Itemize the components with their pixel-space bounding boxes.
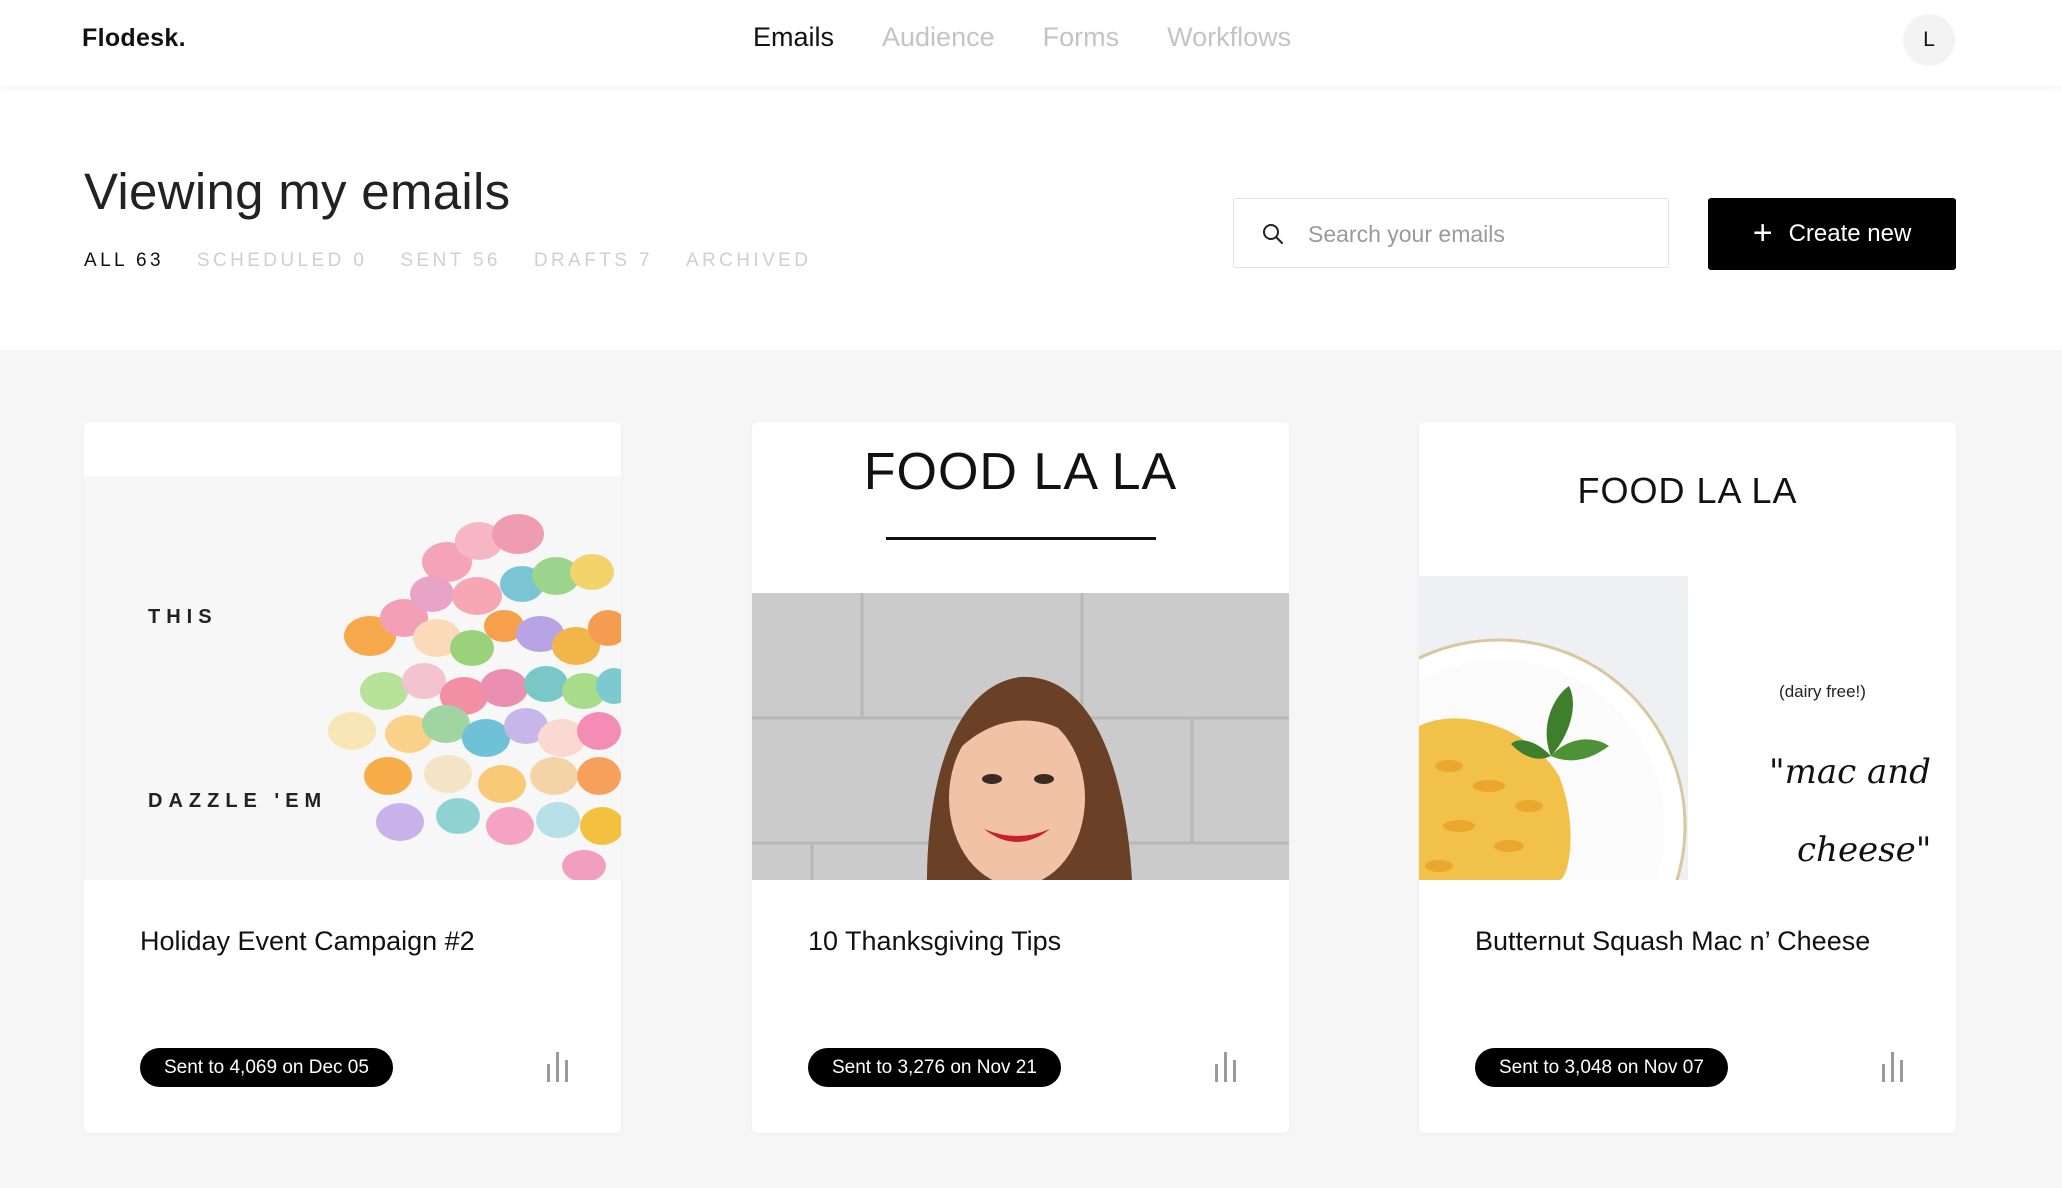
email-card[interactable]: FOOD LA LA (dairy free!) "mac and cheese… xyxy=(1419,422,1956,1133)
plus-icon: + xyxy=(1752,213,1773,252)
search-icon xyxy=(1263,224,1283,244)
email-preview-thumbnail: FOOD LA LA (dairy free!) "mac and cheese… xyxy=(1419,422,1956,880)
page-header: Viewing my emails ALL 63 SCHEDULED 0 SEN… xyxy=(0,86,2062,350)
mac-and-cheese-illustration xyxy=(1419,576,1688,880)
mac-and-cheese-image xyxy=(1419,576,1688,880)
bar-chart-icon[interactable] xyxy=(544,1050,572,1082)
preview-text-line1: THIS xyxy=(148,606,218,628)
preview-brand-heading: FOOD LA LA xyxy=(863,443,1178,501)
email-card[interactable]: FOOD LA LA 10 Thanksgiving Tips Sent to … xyxy=(752,422,1289,1133)
bar-chart-icon[interactable] xyxy=(1879,1050,1907,1082)
portrait-image xyxy=(752,593,1289,880)
nav-item-audience[interactable]: Audience xyxy=(882,22,995,53)
top-nav: Flodesk. Emails Audience Forms Workflows… xyxy=(0,0,2062,86)
nav-item-emails[interactable]: Emails xyxy=(753,22,834,53)
email-filter-tabs: ALL 63 SCHEDULED 0 SENT 56 DRAFTS 7 ARCH… xyxy=(84,250,811,272)
filter-tab-sent[interactable]: SENT 56 xyxy=(400,250,501,272)
macarons-illustration xyxy=(328,514,621,880)
page-title: Viewing my emails xyxy=(84,163,511,220)
sent-status-badge: Sent to 3,276 on Nov 21 xyxy=(808,1048,1061,1087)
email-title[interactable]: Holiday Event Campaign #2 xyxy=(140,926,475,957)
preview-divider xyxy=(886,537,1156,540)
email-title[interactable]: 10 Thanksgiving Tips xyxy=(808,926,1061,957)
preview-script-line1: "mac and xyxy=(1769,752,1931,792)
portrait-illustration xyxy=(752,593,1289,880)
preview-script-line2: cheese" xyxy=(1797,830,1932,870)
filter-tab-all[interactable]: ALL 63 xyxy=(84,250,164,272)
preview-brand-heading: FOOD LA LA xyxy=(1577,470,1798,511)
sent-status-badge: Sent to 3,048 on Nov 07 xyxy=(1475,1048,1728,1087)
email-title[interactable]: Butternut Squash Mac n’ Cheese xyxy=(1475,926,1870,957)
create-new-button[interactable]: + Create new xyxy=(1708,198,1956,270)
sent-status-badge: Sent to 4,069 on Dec 05 xyxy=(140,1048,393,1087)
email-preview-thumbnail: THIS DAZZLE 'EM xyxy=(84,422,621,880)
email-card[interactable]: THIS DAZZLE 'EM Holiday Event Campaign #… xyxy=(84,422,621,1133)
search-input[interactable] xyxy=(1306,213,1650,255)
nav-item-workflows[interactable]: Workflows xyxy=(1167,22,1291,53)
nav-item-forms[interactable]: Forms xyxy=(1043,22,1120,53)
preview-note: (dairy free!) xyxy=(1779,682,1866,701)
filter-tab-scheduled[interactable]: SCHEDULED 0 xyxy=(197,250,367,272)
email-preview-thumbnail: FOOD LA LA xyxy=(752,422,1289,880)
user-avatar[interactable]: L xyxy=(1903,14,1955,66)
bar-chart-icon[interactable] xyxy=(1212,1050,1240,1082)
filter-tab-archived[interactable]: ARCHIVED xyxy=(686,250,811,272)
filter-tab-drafts[interactable]: DRAFTS 7 xyxy=(534,250,653,272)
preview-text-line2: DAZZLE 'EM xyxy=(148,790,328,812)
app-logo[interactable]: Flodesk. xyxy=(82,24,186,53)
search-box[interactable] xyxy=(1233,198,1669,268)
macarons-image: THIS DAZZLE 'EM xyxy=(84,476,621,880)
create-new-label: Create new xyxy=(1788,220,1912,247)
main-nav: Emails Audience Forms Workflows xyxy=(753,22,1291,53)
